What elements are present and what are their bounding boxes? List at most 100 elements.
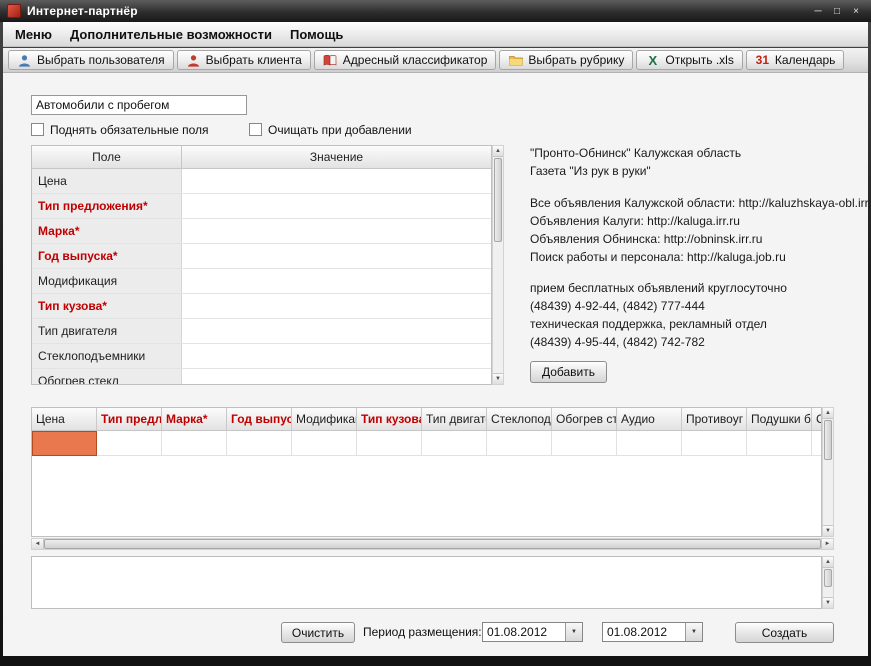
field-value-cell[interactable] bbox=[182, 194, 491, 218]
field-value-cell[interactable] bbox=[182, 169, 491, 193]
info-contact-line: (48439) 4-92-44, (4842) 777-444 bbox=[530, 299, 705, 313]
grid-column-header[interactable]: Обогрев ст bbox=[552, 408, 617, 430]
grid-cell[interactable] bbox=[617, 431, 682, 456]
raise-required-checkbox[interactable]: Поднять обязательные поля bbox=[31, 122, 209, 137]
field-value-cell[interactable] bbox=[182, 219, 491, 243]
info-links-block: Все объявления Калужской области: http:/… bbox=[530, 194, 871, 266]
app-icon bbox=[7, 4, 21, 18]
app-window: Интернет-партнёр ─ □ × Меню Дополнительн… bbox=[0, 0, 871, 666]
grid-cell-selected[interactable] bbox=[32, 431, 97, 456]
grid-column-header[interactable]: Марка* bbox=[162, 408, 227, 430]
results-grid-hscrollbar[interactable]: ◄ ► bbox=[31, 538, 834, 550]
scroll-down-icon[interactable]: ▼ bbox=[823, 525, 833, 536]
grid-cell[interactable] bbox=[422, 431, 487, 456]
select-user-button[interactable]: Выбрать пользователя bbox=[8, 50, 174, 70]
rubric-input[interactable] bbox=[31, 95, 247, 115]
fields-table-scrollbar[interactable]: ▲ ▼ bbox=[492, 145, 504, 385]
grid-column-header[interactable]: Противоуг bbox=[682, 408, 747, 430]
calendar-icon: 31 bbox=[755, 53, 770, 67]
grid-cell[interactable] bbox=[552, 431, 617, 456]
grid-cell[interactable] bbox=[227, 431, 292, 456]
scrollbar-thumb[interactable] bbox=[824, 569, 832, 587]
open-xls-button[interactable]: X Открыть .xls bbox=[636, 50, 743, 70]
description-textarea[interactable] bbox=[31, 556, 822, 609]
title-bar[interactable]: Интернет-партнёр ─ □ × bbox=[0, 0, 871, 22]
scroll-right-icon[interactable]: ► bbox=[821, 539, 833, 549]
scroll-up-icon[interactable]: ▲ bbox=[823, 557, 833, 568]
field-value-cell[interactable] bbox=[182, 294, 491, 318]
toolbar-button-label: Открыть .xls bbox=[665, 53, 734, 67]
field-label: Марка* bbox=[32, 219, 182, 243]
dropdown-icon[interactable]: ▼ bbox=[565, 623, 582, 641]
column-header-value: Значение bbox=[309, 150, 364, 164]
date-from-select[interactable]: 01.08.2012 ▼ bbox=[482, 622, 583, 642]
textarea-scrollbar[interactable]: ▲ ▼ bbox=[822, 556, 834, 609]
info-contact-line: прием бесплатных объявлений круглосуточн… bbox=[530, 281, 787, 295]
checkbox-icon[interactable] bbox=[249, 123, 262, 136]
grid-column-header[interactable]: Подушки бе bbox=[747, 408, 812, 430]
grid-cell[interactable] bbox=[487, 431, 552, 456]
menu-bar: Меню Дополнительные возможности Помощь bbox=[3, 22, 868, 47]
menu-item-help[interactable]: Помощь bbox=[281, 27, 352, 42]
field-value-cell[interactable] bbox=[182, 344, 491, 368]
menu-item-extra-features[interactable]: Дополнительные возможности bbox=[61, 27, 281, 42]
field-label: Тип предложения* bbox=[32, 194, 182, 218]
grid-cell[interactable] bbox=[812, 431, 821, 456]
grid-cell[interactable] bbox=[162, 431, 227, 456]
field-value-cell[interactable] bbox=[182, 244, 491, 268]
grid-column-header[interactable]: Аудио bbox=[617, 408, 682, 430]
info-link-line: Объявления Обнинска: http://obninsk.irr.… bbox=[530, 232, 763, 246]
minimize-button[interactable]: ─ bbox=[810, 4, 826, 19]
excel-icon: X bbox=[648, 52, 658, 68]
grid-column-header[interactable]: Цена bbox=[32, 408, 97, 430]
clear-on-add-checkbox[interactable]: Очищать при добавлении bbox=[249, 122, 412, 137]
maximize-button[interactable]: □ bbox=[829, 4, 845, 19]
grid-column-header[interactable]: Модификац bbox=[292, 408, 357, 430]
grid-cell[interactable] bbox=[747, 431, 812, 456]
field-value-cell[interactable] bbox=[182, 269, 491, 293]
field-label: Тип кузова* bbox=[32, 294, 182, 318]
scrollbar-thumb[interactable] bbox=[494, 158, 502, 242]
results-grid-scrollbar[interactable]: ▲ ▼ bbox=[822, 407, 834, 537]
hscrollbar-thumb[interactable] bbox=[44, 539, 821, 549]
address-classifier-button[interactable]: Адресный классификатор bbox=[313, 50, 497, 70]
grid-column-header[interactable]: Стеклопод bbox=[487, 408, 552, 430]
grid-cell[interactable] bbox=[357, 431, 422, 456]
folder-icon bbox=[508, 53, 523, 67]
calendar-button[interactable]: 31 Календарь bbox=[745, 50, 845, 70]
field-value-cell[interactable] bbox=[182, 319, 491, 343]
scroll-up-icon[interactable]: ▲ bbox=[493, 146, 503, 157]
checkbox-icon[interactable] bbox=[31, 123, 44, 136]
scroll-down-icon[interactable]: ▼ bbox=[493, 373, 503, 384]
grid-column-header[interactable]: Тип двигате bbox=[422, 408, 487, 430]
grid-column-header[interactable]: Си bbox=[812, 408, 821, 430]
dropdown-icon[interactable]: ▼ bbox=[685, 623, 702, 641]
scroll-up-icon[interactable]: ▲ bbox=[823, 408, 833, 419]
field-value-cell[interactable] bbox=[182, 369, 491, 384]
scroll-left-icon[interactable]: ◄ bbox=[32, 539, 44, 549]
field-label: Цена bbox=[32, 169, 182, 193]
add-button[interactable]: Добавить bbox=[530, 361, 607, 383]
grid-column-header[interactable]: Год выпуск bbox=[227, 408, 292, 430]
grid-cell[interactable] bbox=[682, 431, 747, 456]
close-button[interactable]: × bbox=[848, 4, 864, 19]
field-row: Модификация bbox=[32, 269, 491, 294]
toolbar-button-label: Выбрать рубрику bbox=[528, 53, 625, 67]
grid-cell[interactable] bbox=[97, 431, 162, 456]
create-button[interactable]: Создать bbox=[735, 622, 834, 643]
column-header-field: Поле bbox=[32, 146, 182, 168]
grid-cell[interactable] bbox=[292, 431, 357, 456]
select-client-button[interactable]: Выбрать клиента bbox=[176, 50, 311, 70]
grid-column-header[interactable]: Тип предло bbox=[97, 408, 162, 430]
scroll-down-icon[interactable]: ▼ bbox=[823, 597, 833, 608]
client-area: Поднять обязательные поля Очищать при до… bbox=[3, 73, 871, 656]
fields-table-header: Поле Значение bbox=[32, 146, 491, 169]
select-rubric-button[interactable]: Выбрать рубрику bbox=[499, 50, 634, 70]
date-to-select[interactable]: 01.08.2012 ▼ bbox=[602, 622, 703, 642]
grid-column-header[interactable]: Тип кузова* bbox=[357, 408, 422, 430]
clear-button[interactable]: Очистить bbox=[281, 622, 355, 643]
fields-table: Поле Значение Цена Тип предложения* Марк… bbox=[31, 145, 492, 385]
menu-item-menu[interactable]: Меню bbox=[15, 27, 61, 42]
scrollbar-thumb[interactable] bbox=[824, 420, 832, 460]
user-red-icon bbox=[186, 53, 201, 67]
